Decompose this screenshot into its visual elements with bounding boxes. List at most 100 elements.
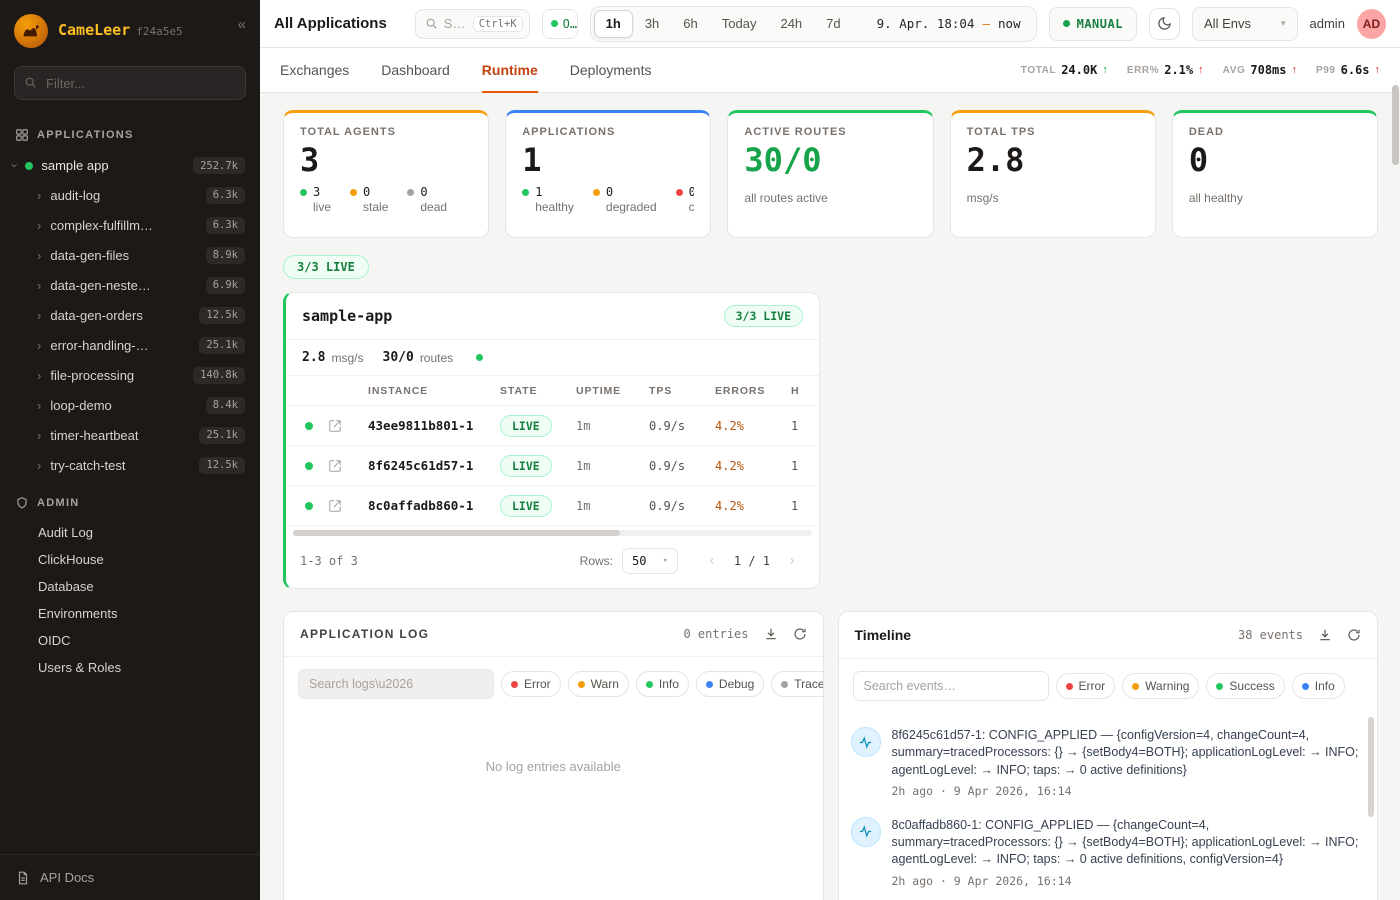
uptime-value: 1m <box>576 419 649 433</box>
refresh-icon[interactable] <box>793 627 807 641</box>
username-label: admin <box>1310 16 1345 31</box>
metric-avg: AVG 708ms ↑ <box>1223 63 1297 77</box>
page-scrollbar-thumb[interactable] <box>1392 85 1399 165</box>
app-routes-unit: routes <box>420 351 453 365</box>
sidebar-item-audit-log[interactable]: Audit Log <box>0 519 260 546</box>
table-row[interactable]: 8f6245c61d57-1 LIVE 1m 0.9/s 4.2% 1 <box>286 446 819 486</box>
sidebar-route-item[interactable]: ›timer-heartbeat25.1k <box>0 420 260 450</box>
log-filter-error[interactable]: Error <box>501 671 561 697</box>
horizontal-scrollbar[interactable] <box>293 530 812 536</box>
external-link-icon[interactable] <box>328 499 368 513</box>
table-row[interactable]: 8c0affadb860-1 LIVE 1m 0.9/s 4.2% 1 <box>286 486 819 526</box>
error-dot <box>511 681 518 688</box>
healthy-dot <box>522 189 529 196</box>
date-from: 9. Apr. 18:04 <box>877 16 975 31</box>
timeline-controls: Error Warning Success Info <box>839 659 1378 713</box>
sidebar-item-clickhouse[interactable]: ClickHouse <box>0 546 260 573</box>
route-count-badge: 25.1k <box>199 337 245 354</box>
log-search-input[interactable] <box>298 669 494 699</box>
sidebar-route-item[interactable]: ›loop-demo8.4k <box>0 390 260 420</box>
download-icon[interactable] <box>764 627 778 641</box>
search-icon <box>24 76 37 89</box>
dead-dot <box>407 189 414 196</box>
live-summary-badge[interactable]: 3/3 LIVE <box>283 255 369 279</box>
sidebar-route-item[interactable]: ›error-handling-…25.1k <box>0 330 260 360</box>
filter-input[interactable] <box>14 66 246 100</box>
dead-value: 0 <box>420 185 447 199</box>
applications-section-header: APPLICATIONS <box>0 128 260 142</box>
stat-degraded: 0degraded <box>593 185 657 214</box>
rows-per-page-select[interactable]: 50 ▾ <box>622 548 678 574</box>
download-icon[interactable] <box>1318 628 1332 642</box>
instance-id: 8c0affadb860-1 <box>368 498 500 513</box>
time-range-3h[interactable]: 3h <box>633 10 671 38</box>
time-range-today[interactable]: Today <box>710 10 769 38</box>
page-title: All Applications <box>274 15 387 32</box>
chevron-right-icon: › <box>37 399 41 412</box>
chevron-right-icon: › <box>37 459 41 472</box>
stat-label: TOTAL TPS <box>967 126 1139 138</box>
time-range-7d[interactable]: 7d <box>814 10 852 38</box>
tps-value: 0.9/s <box>649 459 715 473</box>
date-range-display[interactable]: 9. Apr. 18:04 — now <box>877 16 1021 31</box>
sidebar-route-item[interactable]: ›data-gen-neste…6.9k <box>0 270 260 300</box>
log-filter-info[interactable]: Info <box>636 671 689 697</box>
sidebar-route-item[interactable]: ›complex-fulfillm…6.3k <box>0 210 260 240</box>
manual-refresh-button[interactable]: MANUAL <box>1049 7 1137 41</box>
list-item[interactable]: 43ee9811b801-1: CONFIG_APPLIED — {change… <box>851 897 1360 900</box>
dark-mode-toggle[interactable] <box>1149 8 1180 40</box>
timeline-scrollbar-thumb[interactable] <box>1368 717 1374 817</box>
timeline-filter-success[interactable]: Success <box>1206 673 1284 699</box>
horizontal-scrollbar-thumb[interactable] <box>293 530 620 536</box>
sidebar-route-item[interactable]: ›data-gen-files8.9k <box>0 240 260 270</box>
time-range-24h[interactable]: 24h <box>768 10 814 38</box>
online-status-indicator[interactable]: O… <box>542 9 578 39</box>
timeline-filter-error[interactable]: Error <box>1056 673 1116 699</box>
instance-status-dot <box>305 502 313 510</box>
tab-dashboard[interactable]: Dashboard <box>381 48 450 93</box>
log-filter-debug[interactable]: Debug <box>696 671 764 697</box>
avatar[interactable]: AD <box>1357 9 1386 39</box>
instance-id: 43ee9811b801-1 <box>368 418 500 433</box>
list-item[interactable]: 8c0affadb860-1: CONFIG_APPLIED — {change… <box>851 807 1360 897</box>
extra-value: 1 <box>791 499 820 513</box>
global-search-input[interactable]: S… Ctrl+K <box>415 9 530 39</box>
chevron-right-icon: › <box>37 189 41 202</box>
success-dot <box>1216 683 1223 690</box>
timeline-filter-info[interactable]: Info <box>1292 673 1345 699</box>
timeline-search-input[interactable] <box>853 671 1049 701</box>
log-panel-header: APPLICATION LOG 0 entries <box>284 612 823 657</box>
tab-exchanges[interactable]: Exchanges <box>280 48 349 93</box>
sidebar-route-item[interactable]: ›file-processing140.8k <box>0 360 260 390</box>
sidebar-item-sample-app[interactable]: › sample app 252.7k <box>0 151 260 180</box>
table-row[interactable]: 43ee9811b801-1 LIVE 1m 0.9/s 4.2% 1 <box>286 406 819 446</box>
next-page-button[interactable]: › <box>779 548 805 574</box>
external-link-icon[interactable] <box>328 459 368 473</box>
timeline-filter-warning[interactable]: Warning <box>1122 673 1199 699</box>
sidebar-item-users-roles[interactable]: Users & Roles <box>0 654 260 681</box>
collapse-sidebar-icon[interactable]: « <box>238 16 246 33</box>
sidebar-item-database[interactable]: Database <box>0 573 260 600</box>
header-metrics: TOTAL 24.0K ↑ ERR% 2.1% ↑ AVG 708ms ↑ P9… <box>1021 63 1380 77</box>
sidebar-item-environments[interactable]: Environments <box>0 600 260 627</box>
tab-runtime[interactable]: Runtime <box>482 48 538 93</box>
refresh-icon[interactable] <box>1347 628 1361 642</box>
sidebar-header: CameLeerf24a5e5 « <box>0 0 260 58</box>
sidebar-item-oidc[interactable]: OIDC <box>0 627 260 654</box>
log-filter-trace[interactable]: Trace <box>771 671 822 697</box>
topbar: All Applications S… Ctrl+K O… 1h 3h 6h T… <box>260 0 1400 48</box>
time-range-6h[interactable]: 6h <box>671 10 709 38</box>
list-item[interactable]: 8f6245c61d57-1: CONFIG_APPLIED — {config… <box>851 717 1360 807</box>
stat-breakdown: 3live 0stale 0dead <box>300 185 472 214</box>
sidebar-route-item[interactable]: ›try-catch-test12.5k <box>0 450 260 480</box>
external-link-icon[interactable] <box>328 419 368 433</box>
sidebar-route-item[interactable]: ›audit-log6.3k <box>0 180 260 210</box>
time-range-1h[interactable]: 1h <box>594 10 633 38</box>
environment-select[interactable]: All Envs ▾ <box>1192 7 1298 41</box>
tab-deployments[interactable]: Deployments <box>570 48 652 93</box>
moon-icon <box>1157 16 1172 31</box>
log-filter-warn[interactable]: Warn <box>568 671 629 697</box>
api-docs-link[interactable]: API Docs <box>0 854 260 900</box>
prev-page-button[interactable]: ‹ <box>699 548 725 574</box>
sidebar-route-item[interactable]: ›data-gen-orders12.5k <box>0 300 260 330</box>
